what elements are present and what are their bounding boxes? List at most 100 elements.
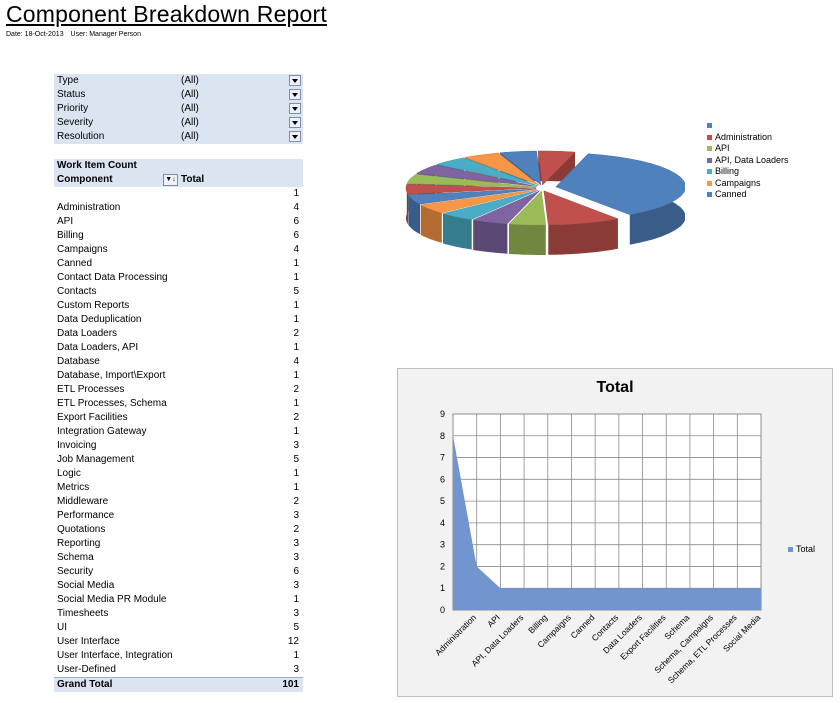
table-row: Data Loaders 2: [54, 327, 303, 341]
table-row: Logic 1: [54, 467, 303, 481]
component-name: Billing: [57, 230, 84, 241]
component-count: 3: [293, 440, 299, 451]
legend-item: Administration: [707, 132, 789, 144]
component-name: Database, Import\Export: [57, 370, 166, 381]
table-row: Reporting 3: [54, 537, 303, 551]
component-count: 3: [293, 510, 299, 521]
legend-swatch: [707, 192, 712, 197]
table-row: ETL Processes 2: [54, 383, 303, 397]
filter-label: Severity: [57, 117, 94, 128]
component-count: 1: [293, 370, 299, 381]
component-name: Social Media PR Module: [57, 594, 167, 605]
table-row: Performance 3: [54, 509, 303, 523]
legend-swatch: [707, 157, 712, 163]
table-row: Custom Reports 1: [54, 299, 303, 313]
table-row: User Interface, Integration 1: [54, 649, 303, 663]
component-count: 1: [293, 258, 299, 269]
filter-row: Status (All): [54, 88, 303, 102]
dropdown-arrow-icon[interactable]: [289, 89, 301, 100]
dropdown-arrow-icon[interactable]: [289, 131, 301, 142]
filter-value: (All): [181, 131, 199, 142]
pivot-header: Work Item Count Component ▼↓ Total: [54, 159, 303, 187]
table-row: UI 5: [54, 621, 303, 635]
table-row: Integration Gateway 1: [54, 425, 303, 439]
table-row: Invoicing 3: [54, 439, 303, 453]
pivot-header-title: Work Item Count: [57, 160, 137, 171]
filter-row: Severity (All): [54, 116, 303, 130]
area-chart-plot: 0123456789Administration APIAPI, Data Loa…: [433, 409, 763, 685]
pie-chart[interactable]: [400, 150, 685, 260]
y-tick-label: 8: [440, 431, 445, 441]
legend-label: Total: [796, 544, 816, 554]
component-name: Integration Gateway: [57, 426, 147, 437]
legend-label: Administration: [715, 131, 773, 142]
table-row: Schema 3: [54, 551, 303, 565]
grand-total-label: Grand Total: [57, 679, 113, 690]
component-name: Logic: [57, 468, 81, 479]
filter-label: Priority: [57, 103, 89, 114]
filter-value: (All): [181, 103, 199, 114]
y-tick-label: 2: [440, 561, 445, 571]
table-row: Social Media PR Module 1: [54, 593, 303, 607]
table-row: Contacts 5: [54, 285, 303, 299]
component-name: User Interface: [57, 636, 120, 647]
table-row: Data Loaders, API 1: [54, 341, 303, 355]
table-row: Timesheets 3: [54, 607, 303, 621]
component-count: 5: [293, 454, 299, 465]
component-count: 2: [293, 412, 299, 423]
filter-label: Resolution: [57, 131, 105, 142]
component-count: 1: [293, 188, 299, 199]
component-count: 1: [293, 594, 299, 605]
component-count: 1: [293, 650, 299, 661]
legend-label: API, Data Loaders: [715, 154, 789, 165]
component-name: Middleware: [57, 496, 109, 507]
component-name: Timesheets: [57, 608, 109, 619]
dropdown-arrow-icon[interactable]: [289, 103, 301, 114]
y-tick-label: 7: [440, 453, 445, 463]
component-count: 3: [293, 580, 299, 591]
legend-item: Billing: [707, 166, 789, 178]
x-tick-label: Administration: [433, 612, 478, 657]
component-name: Invoicing: [57, 440, 97, 451]
table-row: Database, Import\Export 1: [54, 369, 303, 383]
component-count: 1: [293, 342, 299, 353]
filter-label: Type: [57, 75, 79, 86]
table-row: Canned 1: [54, 257, 303, 271]
component-count: 3: [293, 664, 299, 675]
component-count: 3: [293, 538, 299, 549]
filter-value: (All): [181, 89, 199, 100]
component-count: 5: [293, 286, 299, 297]
pivot-col-component: Component: [57, 174, 113, 185]
component-name: API: [57, 216, 74, 227]
area-legend: Total: [788, 544, 815, 554]
y-tick-label: 0: [440, 605, 445, 615]
component-name: Administration: [57, 202, 121, 213]
legend-label: Canned: [715, 189, 747, 199]
table-row: Data Deduplication 1: [54, 313, 303, 327]
filter-row: Resolution (All): [54, 130, 303, 144]
legend-swatch: [788, 547, 793, 553]
table-row: User-Defined 3: [54, 663, 303, 677]
sort-az-icon[interactable]: ▼↓: [163, 174, 178, 186]
dropdown-arrow-icon[interactable]: [289, 117, 301, 128]
legend-swatch: [707, 180, 712, 186]
legend-swatch: [707, 123, 712, 128]
legend-item: Campaigns: [707, 178, 789, 190]
report-user: User: Manager Person: [70, 31, 141, 38]
dropdown-arrow-icon[interactable]: [289, 75, 301, 86]
filter-row: Type (All): [54, 74, 303, 88]
component-name: Social Media: [57, 580, 115, 591]
component-name: Quotations: [57, 524, 106, 535]
component-name: Campaigns: [57, 244, 108, 255]
area-chart[interactable]: Total 0 1 2 3 4 5 6 7 8 9 Administration API API, Da…: [397, 368, 833, 697]
legend-swatch: [707, 134, 712, 140]
component-name: Data Loaders, API: [57, 342, 139, 353]
y-tick-label: 3: [440, 540, 445, 550]
table-row: Campaigns 4: [54, 243, 303, 257]
table-row: API 6: [54, 215, 303, 229]
legend-item: API: [707, 143, 789, 155]
component-name: Export Facilities: [57, 412, 128, 423]
component-count: 4: [293, 356, 299, 367]
legend-item: [707, 120, 789, 132]
table-row: Metrics 1: [54, 481, 303, 495]
